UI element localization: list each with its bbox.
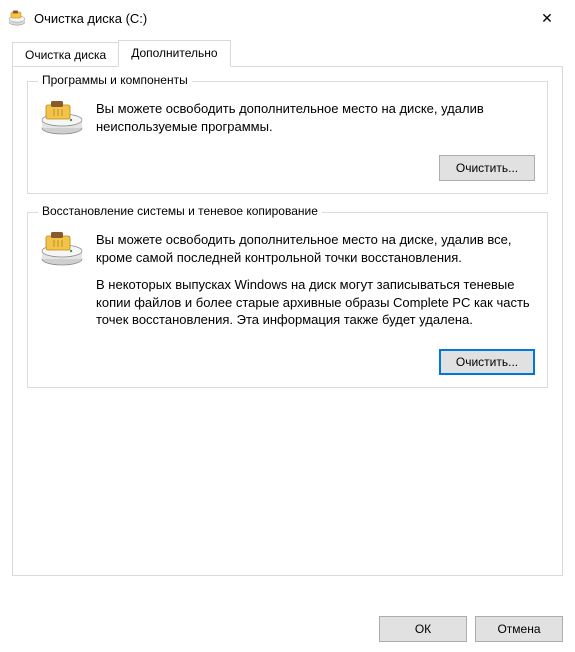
group-restore-legend: Восстановление системы и теневое копиров… xyxy=(38,204,322,218)
cleanup-programs-button[interactable]: Очистить... xyxy=(439,155,535,181)
disk-cleanup-icon xyxy=(8,9,26,27)
tab-strip: Очистка диска Дополнительно xyxy=(12,40,563,66)
group-programs-components: Программы и компоненты xyxy=(27,81,548,194)
cleanup-restore-button[interactable]: Очистить... xyxy=(439,349,535,375)
group-restore-text: Вы можете освободить дополнительное мест… xyxy=(96,231,535,339)
group-system-restore: Восстановление системы и теневое копиров… xyxy=(27,212,548,388)
group-programs-legend: Программы и компоненты xyxy=(38,73,192,87)
window-title: Очистка диска (C:) xyxy=(34,11,527,26)
titlebar: Очистка диска (C:) ✕ xyxy=(0,0,575,36)
tab-more-options[interactable]: Дополнительно xyxy=(118,40,230,67)
tab-panel-more-options: Программы и компоненты xyxy=(12,66,563,576)
cancel-button[interactable]: Отмена xyxy=(475,616,563,642)
close-icon: ✕ xyxy=(541,10,553,27)
dialog-footer: ОК Отмена xyxy=(379,616,563,642)
ok-button[interactable]: ОК xyxy=(379,616,467,642)
disk-cleanup-large-icon xyxy=(40,100,84,145)
group-programs-text: Вы можете освободить дополнительное мест… xyxy=(96,100,535,145)
disk-cleanup-large-icon xyxy=(40,231,84,339)
tab-disk-cleanup[interactable]: Очистка диска xyxy=(12,42,118,66)
dialog-content: Очистка диска Дополнительно Программы и … xyxy=(0,36,575,588)
close-button[interactable]: ✕ xyxy=(527,4,567,32)
